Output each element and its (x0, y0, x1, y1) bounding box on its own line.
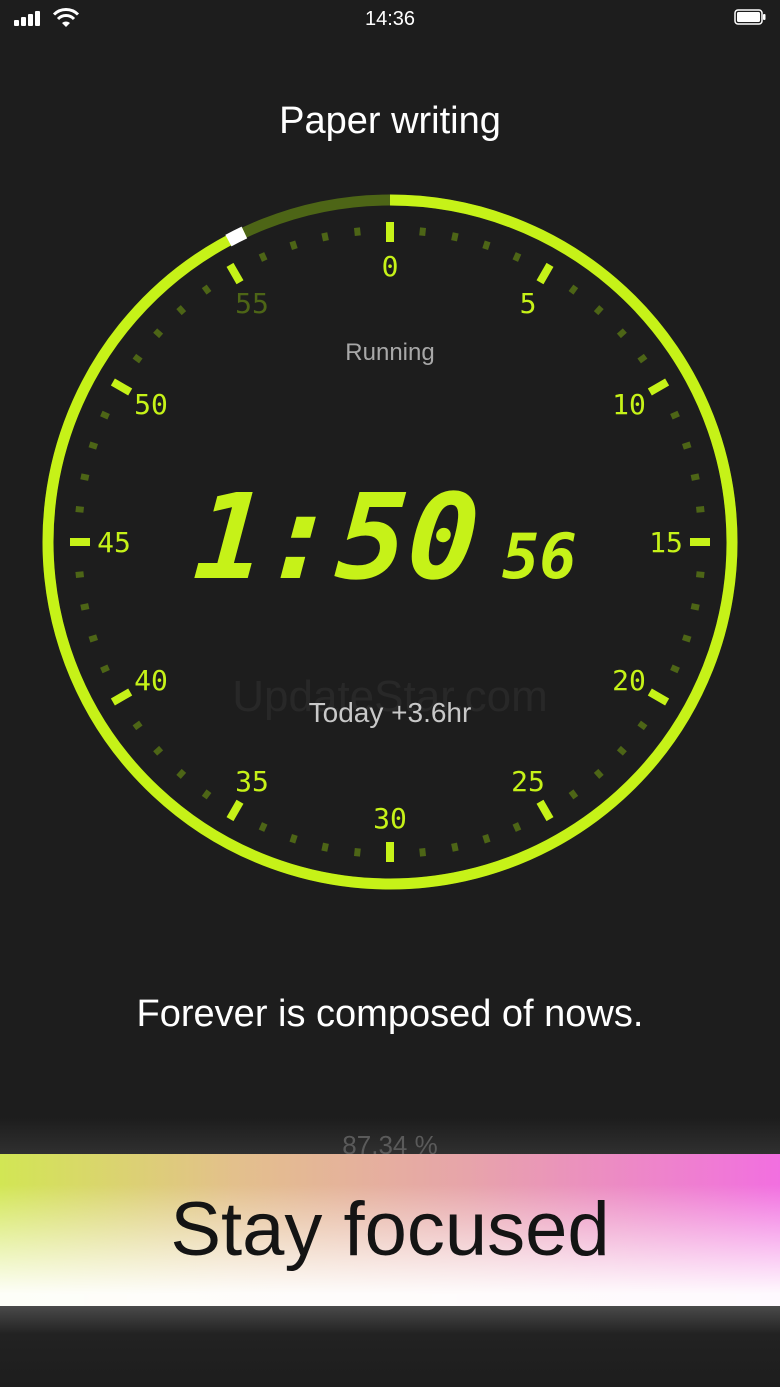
dial-minor-tick (695, 505, 705, 513)
timer-screen: 14:36 Paper writing 0 5 10 15 20 25 30 35 40 45 50… (0, 0, 780, 1387)
dial-major-tick (647, 378, 670, 396)
dial-minor-tick (690, 473, 700, 481)
dial-minor-tick (88, 634, 99, 643)
dial-label: 40 (134, 664, 168, 697)
elapsed-seconds: 56 (502, 520, 577, 593)
dial-minor-tick (321, 842, 329, 852)
dial-minor-tick (512, 822, 522, 832)
dial-label: 15 (649, 526, 683, 559)
dial-minor-tick (75, 505, 85, 513)
dial-minor-tick (80, 473, 90, 481)
dial-minor-tick (201, 284, 212, 295)
dial-label: 35 (235, 765, 269, 798)
dial-label: 25 (511, 765, 545, 798)
dial-minor-tick (100, 410, 110, 420)
dial-minor-tick (593, 305, 604, 316)
elapsed-hours-minutes: 1:50 (190, 468, 484, 606)
motivational-quote: Forever is composed of nows. (136, 993, 644, 1035)
dial-minor-tick (568, 284, 579, 295)
dial-minor-tick (482, 833, 491, 844)
timer-status: Running (345, 339, 435, 366)
dial-minor-tick (80, 603, 90, 611)
stay-focused-label: Stay focused (170, 1187, 610, 1272)
dial-major-tick (536, 799, 554, 822)
dial-label: 50 (134, 388, 168, 421)
today-total: Today +3.6hr (308, 697, 472, 728)
dial-label: 10 (612, 388, 646, 421)
dial-label: 30 (373, 802, 407, 835)
timer-dial[interactable]: 0 5 10 15 20 25 30 35 40 45 50 55 1:50 56 (0, 0, 780, 1000)
dial-minor-tick (100, 664, 110, 674)
dial-minor-tick (353, 227, 361, 237)
dial-label: 20 (612, 664, 646, 697)
dial-major-tick (226, 799, 244, 822)
dial-minor-tick (670, 410, 680, 420)
dial-minor-tick (681, 634, 692, 643)
dial-minor-tick (88, 441, 99, 450)
dial-minor-tick (512, 252, 522, 262)
dial-minor-tick (419, 227, 427, 237)
dial-minor-tick (353, 847, 361, 857)
dial-minor-tick (176, 305, 187, 316)
dial-minor-tick (690, 603, 700, 611)
dial-minor-tick (289, 240, 298, 251)
dial-label: 45 (97, 526, 131, 559)
dial-label: 5 (520, 287, 537, 320)
dial-minor-tick (695, 571, 705, 579)
dial-major-tick (226, 262, 244, 285)
dial-minor-tick (616, 745, 627, 756)
dial-minor-tick (201, 789, 212, 800)
dial-minor-tick (258, 822, 268, 832)
dial-minor-tick (419, 847, 427, 857)
dial-major-tick (110, 378, 133, 396)
dial-label: 55 (235, 287, 269, 320)
dial-minor-tick (258, 252, 268, 262)
dial-minor-tick (568, 789, 579, 800)
dial-minor-tick (616, 328, 627, 339)
dial-label: 0 (382, 250, 399, 283)
dial-minor-tick (670, 664, 680, 674)
dial-minor-tick (176, 768, 187, 779)
dial-minor-tick (75, 571, 85, 579)
dial-minor-tick (451, 232, 459, 242)
bottom-bar (0, 1306, 780, 1387)
dial-minor-tick (482, 240, 491, 251)
dial-minor-tick (681, 441, 692, 450)
dial-minor-tick (451, 842, 459, 852)
dial-minor-tick (153, 328, 164, 339)
dial-progress-head (225, 226, 248, 247)
dial-minor-tick (153, 745, 164, 756)
dial-minor-tick (321, 232, 329, 242)
dial-major-tick (536, 262, 554, 285)
dial-minor-tick (593, 768, 604, 779)
stay-focused-button[interactable]: Stay focused (0, 1154, 780, 1306)
dial-minor-tick (289, 833, 298, 844)
